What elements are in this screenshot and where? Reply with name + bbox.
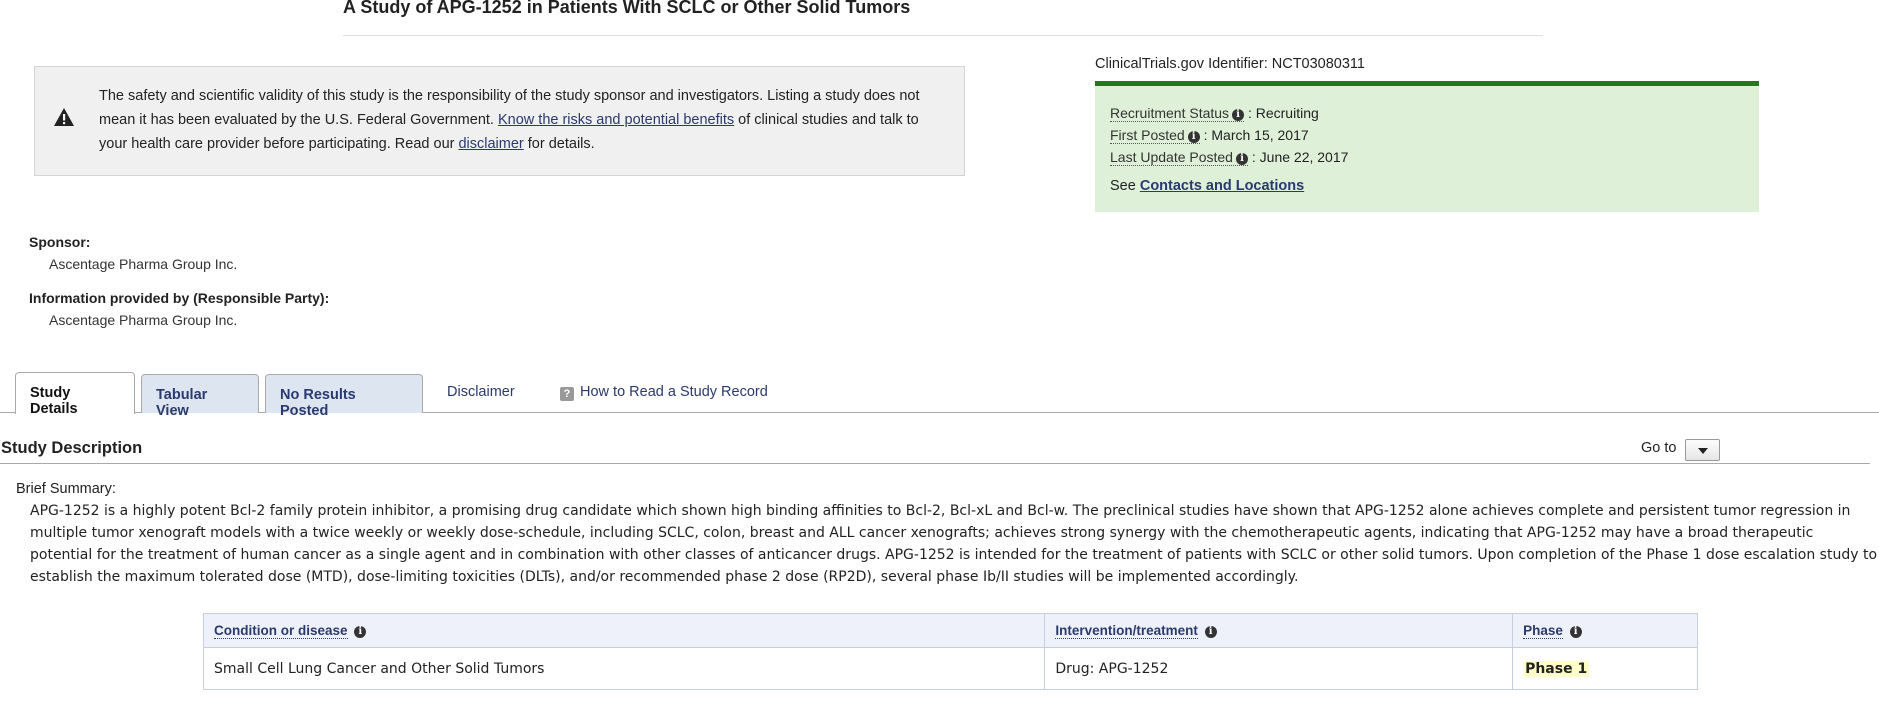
phase-cell: Phase 1 bbox=[1512, 647, 1698, 690]
identifier-label: ClinicalTrials.gov Identifier: bbox=[1095, 56, 1268, 72]
table-header-row: Condition or disease i Intervention/trea… bbox=[202, 613, 1698, 648]
disclaimer-text: The safety and scientific validity of th… bbox=[99, 84, 949, 156]
goto-dropdown-button[interactable] bbox=[1685, 439, 1720, 461]
info-icon[interactable]: i bbox=[1187, 131, 1200, 143]
how-to-read-label: How to Read a Study Record bbox=[580, 384, 768, 400]
tab-disclaimer[interactable]: Disclaimer bbox=[447, 384, 515, 400]
info-icon[interactable]: i bbox=[1232, 109, 1245, 121]
last-update-value: June 22, 2017 bbox=[1259, 149, 1349, 165]
trial-identifier: ClinicalTrials.gov Identifier: NCT030803… bbox=[1095, 56, 1365, 72]
last-update-label[interactable]: Last Update Posted i bbox=[1110, 149, 1248, 166]
table-row: Small Cell Lung Cancer and Other Solid T… bbox=[202, 647, 1698, 690]
section-divider bbox=[0, 463, 1870, 464]
contacts-locations-link[interactable]: Contacts and Locations bbox=[1140, 178, 1304, 194]
caret-down-icon bbox=[1698, 448, 1708, 454]
title-divider bbox=[343, 35, 1543, 36]
recruitment-status-label[interactable]: Recruitment Status i bbox=[1110, 105, 1245, 122]
recruitment-status-row: Recruitment Status i : Recruiting bbox=[1110, 105, 1319, 122]
first-posted-value: March 15, 2017 bbox=[1211, 127, 1309, 143]
conditions-table: Condition or disease i Intervention/trea… bbox=[202, 613, 1698, 690]
info-icon[interactable]: i bbox=[1235, 153, 1248, 165]
contacts-row: See Contacts and Locations bbox=[1110, 178, 1304, 194]
sponsor-label: Sponsor: bbox=[29, 234, 91, 250]
responsible-party-label: Information provided by (Responsible Par… bbox=[29, 290, 330, 306]
disclaimer-link[interactable]: disclaimer bbox=[458, 136, 523, 152]
study-title: A Study of APG-1252 in Patients With SCL… bbox=[343, 0, 911, 17]
info-icon[interactable]: i bbox=[354, 626, 367, 638]
last-update-row: Last Update Posted i : June 22, 2017 bbox=[1110, 149, 1349, 166]
tab-how-to-read[interactable]: ? How to Read a Study Record bbox=[560, 384, 768, 401]
tab-no-results-posted[interactable]: No Results Posted bbox=[265, 374, 423, 419]
phase-value: Phase 1 bbox=[1523, 660, 1590, 677]
header-intervention[interactable]: Intervention/treatment i bbox=[1044, 613, 1514, 648]
brief-summary-label: Brief Summary: bbox=[16, 481, 116, 497]
identifier-value: NCT03080311 bbox=[1271, 56, 1365, 72]
study-description-heading: Study Description bbox=[1, 439, 143, 457]
status-box: Recruitment Status i : Recruiting First P… bbox=[1095, 81, 1759, 212]
tab-tabular-view[interactable]: Tabular View bbox=[141, 374, 259, 419]
first-posted-row: First Posted i : March 15, 2017 bbox=[1110, 127, 1309, 144]
see-label: See bbox=[1110, 178, 1136, 194]
recruitment-status-value: Recruiting bbox=[1255, 105, 1319, 121]
header-condition[interactable]: Condition or disease i bbox=[202, 613, 1046, 648]
tab-study-details[interactable]: Study Details bbox=[15, 372, 135, 417]
risks-benefits-link[interactable]: Know the risks and potential benefits bbox=[498, 112, 734, 128]
help-question-icon: ? bbox=[560, 387, 574, 401]
tab-bar: Study Details Tabular View No Results Po… bbox=[0, 372, 1879, 419]
responsible-party-value: Ascentage Pharma Group Inc. bbox=[49, 312, 238, 328]
condition-cell: Small Cell Lung Cancer and Other Solid T… bbox=[202, 647, 1046, 690]
disclaimer-box: The safety and scientific validity of th… bbox=[34, 66, 965, 176]
sponsor-value: Ascentage Pharma Group Inc. bbox=[49, 256, 238, 272]
info-icon[interactable]: i bbox=[1569, 626, 1582, 638]
brief-summary-text: APG-1252 is a highly potent Bcl-2 family… bbox=[30, 503, 1878, 585]
warning-triangle-icon bbox=[54, 108, 74, 126]
intervention-cell: Drug: APG-1252 bbox=[1044, 647, 1514, 690]
first-posted-label[interactable]: First Posted i bbox=[1110, 127, 1200, 144]
disclaimer-text-part-3: for details. bbox=[523, 136, 595, 152]
info-icon[interactable]: i bbox=[1204, 626, 1217, 638]
header-phase[interactable]: Phase i bbox=[1512, 613, 1698, 648]
goto-label: Go to bbox=[1641, 440, 1677, 456]
